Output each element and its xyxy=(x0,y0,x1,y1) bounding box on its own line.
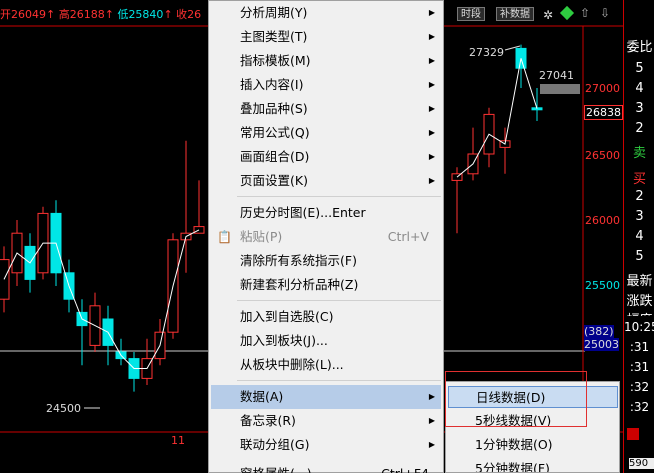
menu-item-pane-properties[interactable]: 窗格属性(...)Ctrl+F4 xyxy=(211,459,441,473)
current-price-tag: 26838 xyxy=(584,105,623,120)
menu-separator xyxy=(237,300,441,301)
submenu-item-1min[interactable]: 1分钟数据(O) xyxy=(448,434,618,456)
submenu-arrow-icon: ▶ xyxy=(428,8,435,17)
mid-annotation: 27041 xyxy=(539,69,574,82)
price-label: 27000 xyxy=(585,82,620,95)
data-submenu: 日线数据(D) 5秒线数据(V) 1分钟数据(O) 5分钟数据(F) xyxy=(445,381,620,473)
x-tick-label: 11 xyxy=(171,434,185,447)
submenu-arrow-icon: ▶ xyxy=(428,80,435,89)
menu-item-insert-content[interactable]: 插入内容(I) ▶ xyxy=(211,73,441,97)
menu-item-remove-block[interactable]: 从板块中删除(L)... xyxy=(211,353,441,377)
sell-qty: 2 xyxy=(635,121,644,136)
price-band xyxy=(540,84,580,94)
price-label: 26500 xyxy=(585,149,620,162)
sell-qty: 4 xyxy=(635,81,644,96)
menu-item-indicator-template[interactable]: 指标模板(M) ▶ xyxy=(211,49,441,73)
gear-icon[interactable]: ✲ xyxy=(543,8,553,22)
submenu-arrow-icon: ▶ xyxy=(428,152,435,161)
menu-item-clear-indicators[interactable]: 清除所有系统指示(F) xyxy=(211,249,441,273)
buy-qty: 2 xyxy=(635,189,644,204)
volume-label: (382) xyxy=(584,325,614,338)
menu-item-layout[interactable]: 画面组合(D) ▶ xyxy=(211,145,441,169)
menu-item-paste[interactable]: 📋 粘贴(P) Ctrl+V xyxy=(211,225,441,249)
arrow-up-icon[interactable]: ⇧ xyxy=(580,6,590,20)
menu-item-memo[interactable]: 备忘录(R) ▶ xyxy=(211,409,441,433)
menu-item-add-watchlist[interactable]: 加入到自选股(C) xyxy=(211,305,441,329)
menu-item-period[interactable]: 分析周期(Y) ▶ xyxy=(211,1,441,25)
buy-qty: 3 xyxy=(635,209,644,224)
time-row: :31 xyxy=(629,360,650,374)
sell-qty: 5 xyxy=(635,61,644,76)
submenu-arrow-icon: ▶ xyxy=(428,104,435,113)
time-row: 10:25 xyxy=(624,320,654,334)
menu-item-add-block[interactable]: 加入到板块(J)... xyxy=(211,329,441,353)
low-annotation: 24500 xyxy=(46,402,81,415)
submenu-arrow-icon: ▶ xyxy=(428,176,435,185)
menu-item-link-group[interactable]: 联动分组(G) ▶ xyxy=(211,433,441,457)
submenu-item-daily[interactable]: 日线数据(D) xyxy=(448,386,618,408)
menu-item-overlay[interactable]: 叠加品种(S) ▶ xyxy=(211,97,441,121)
order-book-panel: 委比 5 4 3 2 卖 买 2 3 4 5 最新 涨跌 幅度 10:25 :3… xyxy=(623,0,654,473)
latest-label: 最新 xyxy=(626,274,653,289)
scroll-up-icon[interactable] xyxy=(627,428,639,440)
menu-item-new-arbitrage[interactable]: 新建套利分析品种(Z) xyxy=(211,273,441,297)
submenu-arrow-icon: ▶ xyxy=(428,392,435,401)
sell-label: 卖 xyxy=(632,146,646,161)
price-label: 26000 xyxy=(585,214,620,227)
fill-data-button[interactable]: 补数据 xyxy=(496,7,534,21)
submenu-item-5sec[interactable]: 5秒线数据(V) xyxy=(448,410,618,432)
high-annotation: 27329 xyxy=(469,46,504,59)
bottom-value: 590 xyxy=(629,458,654,469)
submenu-arrow-icon: ▶ xyxy=(428,128,435,137)
buy-label: 买 xyxy=(632,172,646,187)
menu-item-data[interactable]: 数据(A) ▶ xyxy=(211,385,441,409)
submenu-item-5min[interactable]: 5分钟数据(F) xyxy=(448,458,618,472)
time-row: :32 xyxy=(629,400,650,414)
sell-qty: 3 xyxy=(635,101,644,116)
submenu-arrow-icon: ▶ xyxy=(428,32,435,41)
submenu-arrow-icon: ▶ xyxy=(428,440,435,449)
menu-item-formulas[interactable]: 常用公式(Q) ▶ xyxy=(211,121,441,145)
menu-item-page-setup[interactable]: 页面设置(K) ▶ xyxy=(211,169,441,193)
price-label: 25500 xyxy=(585,279,620,292)
panel-title: 委比 xyxy=(626,40,653,55)
time-row: :32 xyxy=(629,380,650,394)
paste-icon: 📋 xyxy=(217,230,232,244)
menu-separator xyxy=(237,380,441,381)
context-menu: 分析周期(Y) ▶ 主图类型(T) ▶ 指标模板(M) ▶ 插入内容(I) ▶ 叠加品种… xyxy=(208,0,444,473)
change-label: 涨跌 xyxy=(626,294,653,309)
range-label: 幅度 xyxy=(624,309,654,316)
menu-item-main-chart-type[interactable]: 主图类型(T) ▶ xyxy=(211,25,441,49)
arrow-down-icon[interactable]: ⇩ xyxy=(600,6,610,20)
buy-qty: 4 xyxy=(635,229,644,244)
period-button[interactable]: 时段 xyxy=(457,7,485,21)
buy-qty: 5 xyxy=(635,249,644,264)
ohlc-header: 开26049↑ 高26188↑ 低25840↑ 收26 xyxy=(0,8,202,21)
time-row: :31 xyxy=(629,340,650,354)
menu-separator xyxy=(237,196,441,197)
volume-label: 25003 xyxy=(584,338,619,351)
submenu-arrow-icon: ▶ xyxy=(428,416,435,425)
submenu-arrow-icon: ▶ xyxy=(428,56,435,65)
menu-item-history-time[interactable]: 历史分时图(E)...Enter xyxy=(211,201,441,225)
